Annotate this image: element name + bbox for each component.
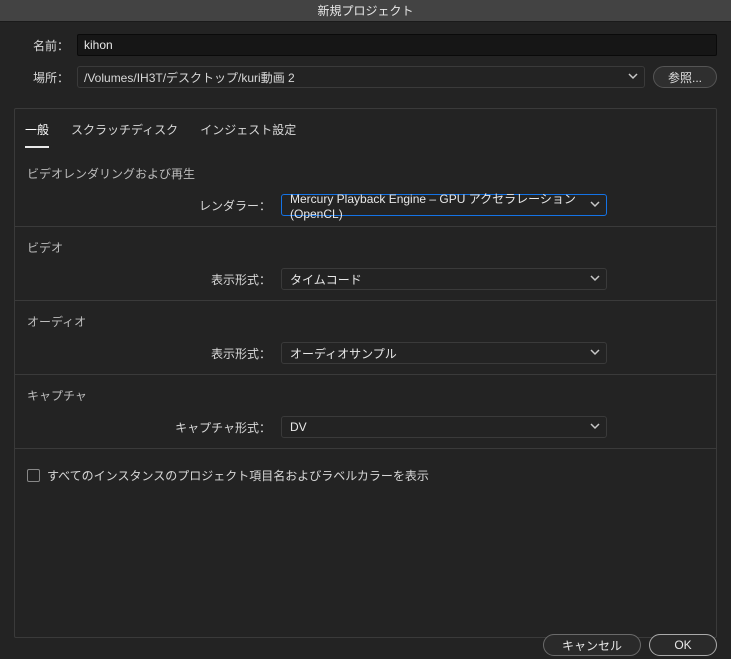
divider: [15, 374, 716, 375]
tabs-bar: 一般 スクラッチディスク インジェスト設定: [15, 109, 716, 149]
renderer-label: レンダラー：: [15, 197, 271, 214]
video-display-select[interactable]: タイムコード: [281, 268, 607, 290]
name-row: 名前：: [14, 34, 717, 56]
tabs-panel: 一般 スクラッチディスク インジェスト設定 ビデオレンダリングおよび再生 レンダ…: [14, 108, 717, 638]
video-display-row: 表示形式： タイムコード: [15, 268, 716, 290]
chevron-down-icon: [590, 420, 600, 434]
dialog-title: 新規プロジェクト: [317, 2, 413, 19]
location-label: 場所：: [14, 69, 69, 86]
title-bar: 新規プロジェクト: [0, 0, 731, 22]
location-value: /Volumes/IH3T/デスクトップ/kuri動画 2: [84, 69, 295, 86]
audio-display-label: 表示形式：: [15, 345, 271, 362]
chevron-down-icon: [628, 70, 638, 84]
browse-button[interactable]: 参照...: [653, 66, 717, 88]
section-video-heading: ビデオ: [15, 233, 716, 262]
divider: [15, 226, 716, 227]
location-select[interactable]: /Volumes/IH3T/デスクトップ/kuri動画 2: [77, 66, 645, 88]
show-instances-row: すべてのインスタンスのプロジェクト項目名およびラベルカラーを表示: [15, 457, 716, 494]
audio-display-select[interactable]: オーディオサンプル: [281, 342, 607, 364]
tab-ingest-settings[interactable]: インジェスト設定: [200, 117, 296, 148]
renderer-select[interactable]: Mercury Playback Engine – GPU アクセラレーション …: [281, 194, 607, 216]
divider: [15, 448, 716, 449]
chevron-down-icon: [590, 346, 600, 360]
audio-display-row: 表示形式： オーディオサンプル: [15, 342, 716, 364]
location-row: 場所： /Volumes/IH3T/デスクトップ/kuri動画 2 参照...: [14, 66, 717, 88]
video-display-label: 表示形式：: [15, 271, 271, 288]
capture-format-value: DV: [290, 420, 307, 434]
audio-display-value: オーディオサンプル: [290, 345, 397, 362]
renderer-value: Mercury Playback Engine – GPU アクセラレーション …: [290, 190, 582, 221]
capture-format-row: キャプチャ形式： DV: [15, 416, 716, 438]
section-audio-heading: オーディオ: [15, 307, 716, 336]
show-instances-checkbox[interactable]: [27, 469, 40, 482]
show-instances-label: すべてのインスタンスのプロジェクト項目名およびラベルカラーを表示: [47, 467, 429, 484]
chevron-down-icon: [590, 198, 600, 212]
divider: [15, 300, 716, 301]
name-input[interactable]: [77, 34, 717, 56]
capture-format-label: キャプチャ形式：: [15, 419, 271, 436]
ok-button[interactable]: OK: [649, 634, 717, 656]
video-display-value: タイムコード: [290, 271, 362, 288]
section-render-heading: ビデオレンダリングおよび再生: [15, 159, 716, 188]
top-fields: 名前： 場所： /Volumes/IH3T/デスクトップ/kuri動画 2 参照…: [0, 22, 731, 102]
section-capture-heading: キャプチャ: [15, 381, 716, 410]
chevron-down-icon: [590, 272, 600, 286]
footer-buttons: キャンセル OK: [543, 634, 717, 656]
capture-format-select[interactable]: DV: [281, 416, 607, 438]
renderer-row: レンダラー： Mercury Playback Engine – GPU アクセ…: [15, 194, 716, 216]
cancel-button[interactable]: キャンセル: [543, 634, 641, 656]
panel-body: ビデオレンダリングおよび再生 レンダラー： Mercury Playback E…: [15, 149, 716, 494]
tab-scratch-disks[interactable]: スクラッチディスク: [71, 117, 178, 148]
name-label: 名前：: [14, 37, 69, 54]
tab-general[interactable]: 一般: [25, 117, 49, 148]
